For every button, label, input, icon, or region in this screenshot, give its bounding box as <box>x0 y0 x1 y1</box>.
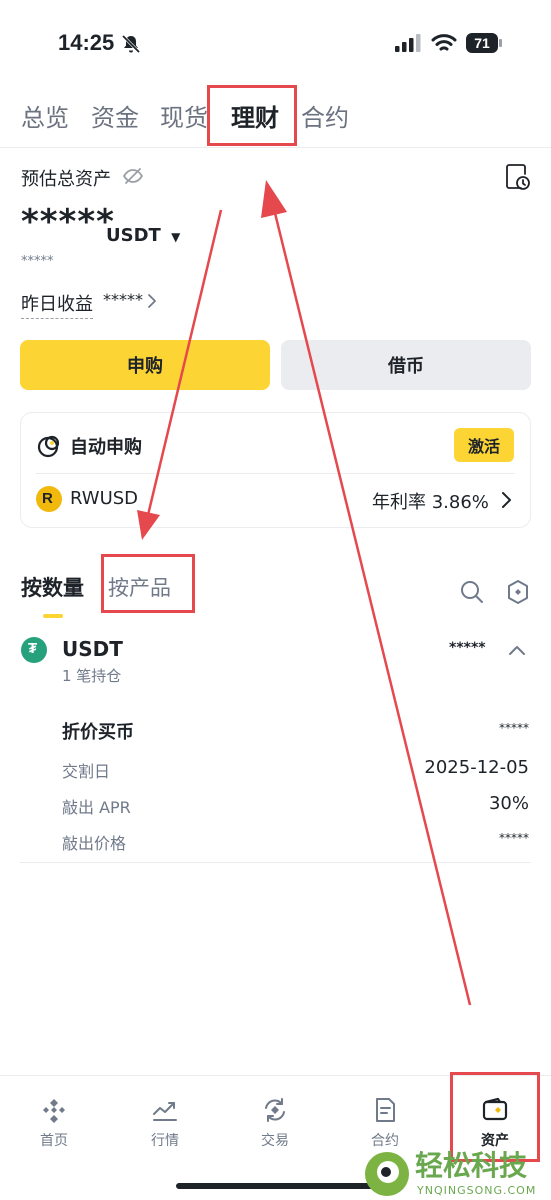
annotation-box-by-product <box>101 554 195 613</box>
chevron-up-icon[interactable] <box>507 643 527 657</box>
subscribe-button[interactable]: 申购 <box>20 340 270 390</box>
watermark-url: YNQINGSONG.COM <box>417 1184 537 1197</box>
wifi-icon <box>431 34 457 51</box>
currency-selector[interactable]: USDT ▼ <box>106 225 180 246</box>
auto-subscribe-title: 自动申购 <box>70 437 142 458</box>
yesterday-pnl-value: ***** <box>103 290 143 309</box>
history-icon[interactable] <box>505 163 531 191</box>
futures-icon <box>376 1098 395 1122</box>
holding-value: ***** <box>449 640 486 656</box>
sub-amount: ***** <box>21 254 54 269</box>
battery-level: 71 <box>474 35 490 51</box>
borrow-button[interactable]: 借币 <box>281 340 531 390</box>
holding-asset: USDT <box>62 637 123 661</box>
activate-button[interactable]: 激活 <box>454 428 514 462</box>
home-icon <box>43 1099 65 1123</box>
trade-icon <box>265 1098 285 1122</box>
tabs-divider <box>0 147 551 148</box>
product-title: 折价买币 <box>62 722 134 743</box>
nav-home[interactable]: 首页 <box>14 1096 94 1150</box>
total-assets-amount: ***** <box>21 202 115 242</box>
auto-subscribe-icon <box>37 435 60 458</box>
nav-markets-label: 行情 <box>151 1133 179 1149</box>
eye-hidden-icon[interactable] <box>122 166 144 186</box>
detail-label-knockout-apr: 敲出 APR <box>62 798 131 817</box>
tab-by-quantity[interactable]: 按数量 <box>21 572 84 602</box>
bell-muted-icon <box>121 34 141 54</box>
nav-futures-label: 合约 <box>371 1133 399 1149</box>
apr-label: 年利率 3.86% <box>372 492 489 513</box>
rwusd-label: RWUSD <box>70 488 139 509</box>
card-divider <box>36 473 515 474</box>
battery-icon: 71 <box>466 33 502 53</box>
holding-count: 1 笔持仓 <box>62 667 122 685</box>
estimated-assets-label: 预估总资产 <box>21 169 111 190</box>
settings-hex-icon[interactable] <box>506 579 530 605</box>
detail-label-knockout-price: 敲出价格 <box>62 834 127 853</box>
arrow-up-to-earn-tab <box>271 204 472 1006</box>
product-title-value: ***** <box>499 721 529 735</box>
tab-overview[interactable]: 总览 <box>21 98 69 133</box>
tab-futures[interactable]: 合约 <box>301 98 349 133</box>
detail-value-knockout-apr: 30% <box>488 793 529 814</box>
active-tab-indicator <box>43 614 63 618</box>
search-icon[interactable] <box>459 579 485 605</box>
chevron-right-icon[interactable] <box>146 293 158 309</box>
nav-trade-label: 交易 <box>261 1133 289 1149</box>
nav-futures[interactable]: 合约 <box>345 1096 425 1150</box>
rwusd-icon: R <box>36 486 62 512</box>
arrow-head-up <box>261 180 287 218</box>
detail-label-delivery-date: 交割日 <box>62 762 111 781</box>
markets-icon <box>153 1102 177 1121</box>
watermark: 轻松科技 YNQINGSONG.COM <box>365 1150 551 1200</box>
watermark-text: 轻松科技 <box>415 1149 528 1182</box>
holding-divider <box>20 862 531 863</box>
caret-down-icon: ▼ <box>171 230 181 244</box>
detail-value-knockout-price: ***** <box>499 831 529 845</box>
currency-label: USDT <box>106 225 161 246</box>
chevron-right-icon[interactable] <box>500 490 514 510</box>
nav-markets[interactable]: 行情 <box>125 1096 205 1150</box>
tab-spot[interactable]: 现货 <box>160 98 208 133</box>
tab-funding[interactable]: 资金 <box>91 98 139 133</box>
yesterday-pnl-label[interactable]: 昨日收益 <box>21 290 93 319</box>
nav-home-label: 首页 <box>40 1133 68 1149</box>
home-indicator <box>176 1183 376 1189</box>
annotation-box-earn-tab <box>207 85 297 146</box>
watermark-logo-icon <box>365 1152 409 1196</box>
usdt-icon: ₮ <box>21 637 47 663</box>
signal-icon <box>395 34 421 52</box>
nav-trade[interactable]: 交易 <box>235 1096 315 1150</box>
status-time: 14:25 <box>58 30 115 55</box>
detail-value-delivery-date: 2025-12-05 <box>424 757 529 778</box>
